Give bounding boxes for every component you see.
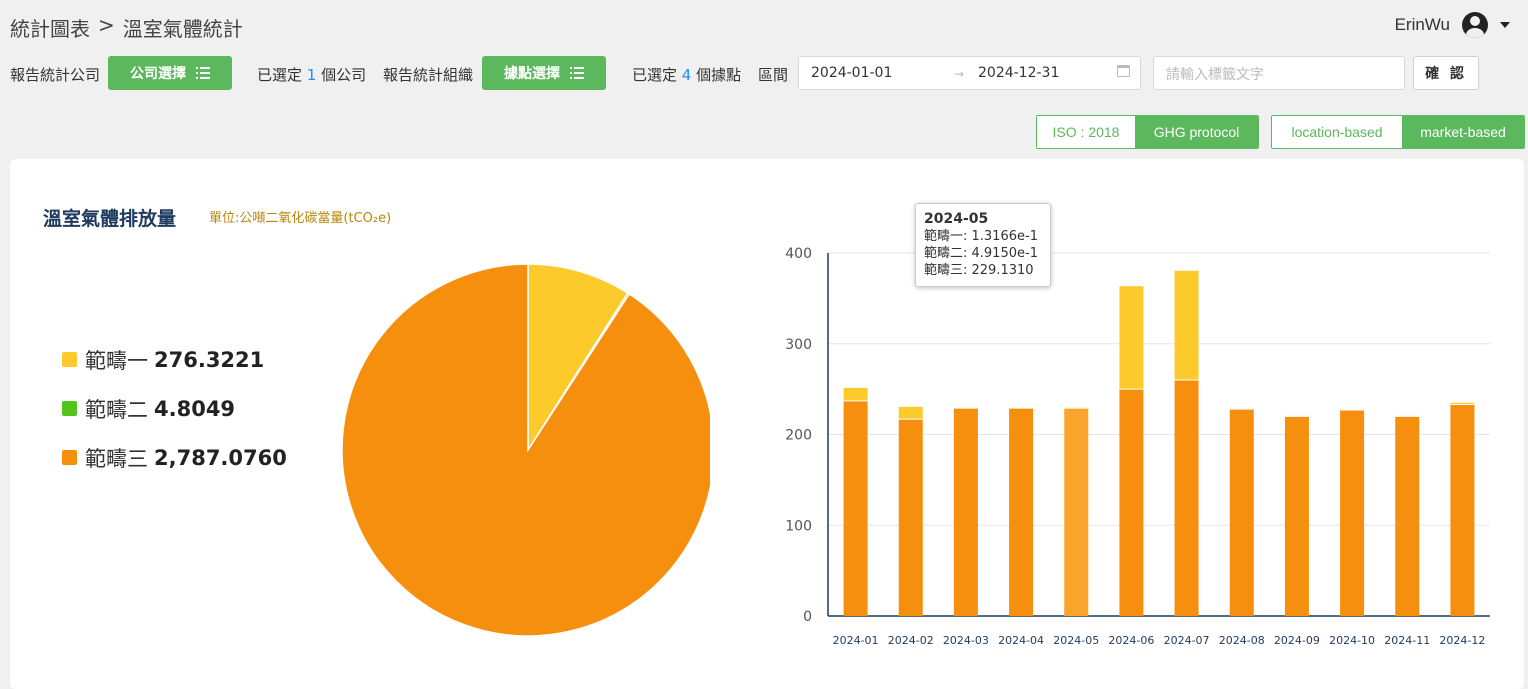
y-tick-label: 200 — [785, 428, 812, 444]
legend-item-scope3[interactable]: 範疇三 2,787.0760 — [62, 433, 287, 482]
pie-chart — [330, 259, 710, 639]
x-tick-label: 2024-03 — [943, 634, 989, 647]
legend-swatch — [62, 450, 77, 465]
bar-segment[interactable] — [1175, 380, 1199, 616]
bar-segment[interactable] — [899, 407, 923, 419]
legend-item-scope2[interactable]: 範疇二 4.8049 — [62, 384, 287, 433]
tooltip-line: 範疇二: 4.9150e-1 — [924, 245, 1042, 262]
bar-segment[interactable] — [1230, 409, 1254, 616]
legend-value: 4.8049 — [154, 397, 235, 421]
bar-segment[interactable] — [844, 401, 868, 616]
x-tick-label: 2024-09 — [1274, 634, 1320, 647]
bar-segment[interactable] — [899, 419, 923, 616]
x-tick-label: 2024-11 — [1384, 634, 1430, 647]
legend-item-scope1[interactable]: 範疇一 276.3221 — [62, 335, 287, 384]
toggle-location-based[interactable]: location-based — [1272, 116, 1402, 148]
card-unit: 單位:公噸二氧化碳當量(tCO₂e) — [209, 207, 391, 226]
x-tick-label: 2024-05 — [1053, 634, 1099, 647]
bar-segment[interactable] — [1119, 389, 1143, 616]
bar-segment[interactable] — [1285, 416, 1309, 616]
list-icon — [196, 67, 210, 79]
bar-segment[interactable] — [954, 408, 978, 616]
toggle-iso[interactable]: ISO : 2018 — [1037, 116, 1135, 148]
x-tick-label: 2024-01 — [833, 634, 879, 647]
bar-segment[interactable] — [1064, 408, 1088, 616]
range-label: 區間 — [758, 64, 788, 85]
site-select-label: 據點選擇 — [504, 63, 560, 83]
breadcrumb: 統計圖表 > 溫室氣體統計 — [10, 13, 243, 42]
bar-segment[interactable] — [1395, 416, 1419, 616]
tooltip-title: 2024-05 — [924, 211, 1042, 228]
legend-value: 2,787.0760 — [154, 446, 287, 470]
user-name: ErinWu — [1395, 15, 1450, 35]
standard-toggle: ISO : 2018 GHG protocol — [1036, 115, 1259, 149]
bar-chart: 0 100 200 300 400 2024-01 2024-02 2024-03 2024-0… — [770, 239, 1500, 669]
site-select-button[interactable]: 據點選擇 — [482, 56, 606, 90]
legend-swatch — [62, 401, 77, 416]
chart-tooltip: 2024-05 範疇一: 1.3166e-1 範疇二: 4.9150e-1 範疇… — [915, 203, 1051, 287]
x-tick-label: 2024-12 — [1439, 634, 1485, 647]
company-selected-count: 已選定 1 個公司 — [257, 64, 366, 85]
method-toggle: location-based market-based — [1271, 115, 1525, 149]
x-tick-label: 2024-06 — [1108, 634, 1154, 647]
bar-segment[interactable] — [1450, 403, 1474, 404]
toggle-market-based[interactable]: market-based — [1402, 116, 1524, 148]
emissions-card: 溫室氣體排放量 單位:公噸二氧化碳當量(tCO₂e) 範疇一 276.3221 … — [10, 159, 1524, 689]
bar-segment[interactable] — [844, 388, 868, 401]
company-select-button[interactable]: 公司選擇 — [108, 56, 232, 90]
site-label: 報告統計組織 — [383, 64, 473, 85]
tag-input[interactable]: 請輸入標籤文字 — [1153, 56, 1405, 90]
y-tick-label: 400 — [785, 246, 812, 262]
breadcrumb-separator: > — [98, 13, 115, 42]
arrow-right-icon: → — [954, 67, 964, 81]
pie-slice-3[interactable] — [342, 264, 710, 636]
x-tick-label: 2024-02 — [888, 634, 934, 647]
top-bar: 統計圖表 > 溫室氣體統計 ErinWu — [0, 0, 1528, 52]
user-menu[interactable]: ErinWu — [1395, 12, 1510, 38]
bar-segment[interactable] — [1450, 405, 1474, 616]
breadcrumb-current: 溫室氣體統計 — [123, 13, 243, 42]
x-tick-label: 2024-08 — [1219, 634, 1265, 647]
chevron-down-icon[interactable] — [1500, 22, 1510, 28]
breadcrumb-parent[interactable]: 統計圖表 — [10, 13, 90, 42]
bar-segment[interactable] — [1009, 408, 1033, 616]
date-start-input[interactable]: 2024-01-01 — [811, 65, 892, 81]
tooltip-line: 範疇三: 229.1310 — [924, 262, 1042, 279]
company-select-label: 公司選擇 — [130, 63, 186, 83]
company-label: 報告統計公司 — [10, 64, 100, 85]
date-end-input[interactable]: 2024-12-31 — [978, 65, 1059, 81]
card-title: 溫室氣體排放量 — [43, 204, 176, 231]
toggle-ghg-protocol[interactable]: GHG protocol — [1135, 116, 1258, 148]
x-tick-label: 2024-04 — [998, 634, 1044, 647]
legend-name: 範疇一 — [85, 345, 148, 375]
bar-segment[interactable] — [1175, 271, 1199, 380]
confirm-button[interactable]: 確 認 — [1413, 56, 1479, 90]
legend-value: 276.3221 — [154, 348, 264, 372]
calendar-icon[interactable] — [1117, 65, 1130, 77]
y-tick-label: 100 — [785, 518, 812, 534]
legend-name: 範疇二 — [85, 394, 148, 424]
y-tick-label: 300 — [785, 337, 812, 353]
x-tick-label: 2024-10 — [1329, 634, 1375, 647]
list-icon — [570, 67, 584, 79]
tooltip-line: 範疇一: 1.3166e-1 — [924, 228, 1042, 245]
legend-swatch — [62, 352, 77, 367]
bar-segment[interactable] — [1119, 286, 1143, 389]
date-range-picker[interactable]: 2024-01-01 → 2024-12-31 — [798, 56, 1141, 90]
pie-legend: 範疇一 276.3221 範疇二 4.8049 範疇三 2,787.0760 — [62, 335, 287, 482]
user-avatar-icon[interactable] — [1462, 12, 1488, 38]
site-selected-count: 已選定 4 個據點 — [632, 64, 741, 85]
y-tick-label: 0 — [803, 609, 812, 625]
filter-bar: 報告統計公司 公司選擇 已選定 1 個公司 報告統計組織 據點選擇 已選定 4 … — [0, 56, 1528, 90]
bar-segment[interactable] — [1340, 410, 1364, 616]
x-tick-label: 2024-07 — [1164, 634, 1210, 647]
legend-name: 範疇三 — [85, 443, 148, 473]
